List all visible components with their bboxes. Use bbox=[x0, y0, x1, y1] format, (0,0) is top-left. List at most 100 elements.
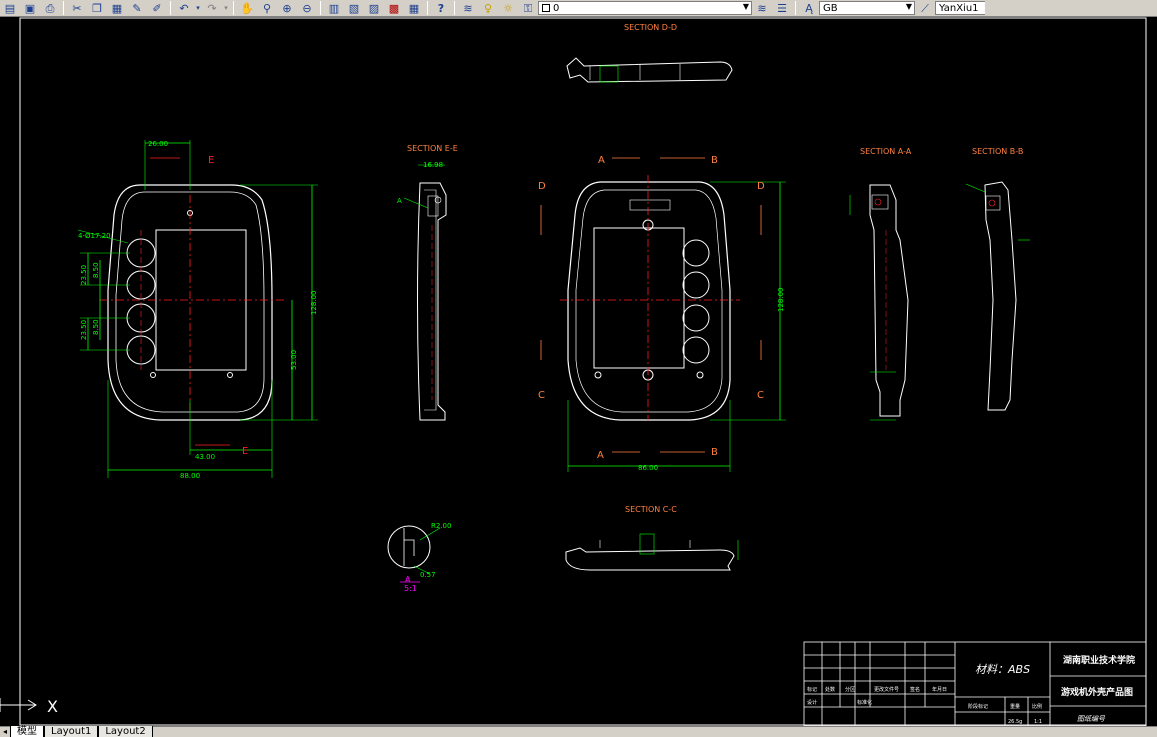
layer-states-icon[interactable]: ☰ bbox=[772, 0, 792, 16]
label-D-right: D bbox=[757, 181, 765, 192]
title-ratio: 比例 bbox=[1032, 703, 1042, 710]
help-icon[interactable]: ? bbox=[431, 0, 451, 16]
toolbar-separator bbox=[427, 1, 428, 15]
dim-8-5a: 8.50 bbox=[92, 262, 100, 278]
title-drawing-name: 游戏机外壳产品图 bbox=[1061, 686, 1133, 698]
section-ee-view bbox=[403, 164, 447, 421]
layer-freeze-icon[interactable]: ☼ bbox=[498, 0, 518, 16]
markup-icon[interactable]: ▩ bbox=[384, 0, 404, 16]
label-C-left: C bbox=[538, 390, 545, 401]
section-bb-view bbox=[965, 181, 1030, 411]
title-school: 湖南职业技术学院 bbox=[1063, 654, 1135, 666]
dim-88: 88.00 bbox=[180, 472, 200, 480]
pan-icon[interactable]: ✋ bbox=[237, 0, 257, 16]
open-icon[interactable]: ▤ bbox=[0, 0, 20, 16]
dropdown-icon[interactable]: ▾ bbox=[194, 0, 202, 16]
title-header-3: 更改文件号 bbox=[874, 686, 899, 693]
tab-model[interactable]: 模型 bbox=[10, 726, 44, 737]
toolbar-separator bbox=[454, 1, 455, 15]
chevron-down-icon: ▼ bbox=[742, 2, 749, 11]
title-weight-value: 26.5g bbox=[1008, 719, 1022, 725]
layer-dropdown[interactable]: 0 ▼ bbox=[538, 1, 752, 15]
undo-icon[interactable]: ↶ bbox=[174, 0, 194, 16]
label-A-bottom: A bbox=[597, 450, 604, 461]
dim-128: 128.00 bbox=[310, 291, 318, 316]
layout-tabs: ◂ 模型 Layout1 Layout2 bbox=[0, 726, 1157, 737]
detail-a-scale: 5:1 bbox=[404, 584, 417, 593]
detail-a-label: A bbox=[405, 575, 411, 584]
brush-icon[interactable]: ✐ bbox=[147, 0, 167, 16]
zoom-previous-icon[interactable]: ⊖ bbox=[297, 0, 317, 16]
dim-128b: 128.00 bbox=[777, 288, 785, 313]
matchprop-icon[interactable]: ✎ bbox=[127, 0, 147, 16]
paste-icon[interactable]: ▦ bbox=[107, 0, 127, 16]
section-aa-title: SECTION A-A bbox=[860, 147, 912, 156]
dim-phi: 4-Ø17.20 bbox=[78, 232, 111, 240]
ucs-x-label: X bbox=[47, 697, 58, 716]
print-icon[interactable]: ⎙ bbox=[40, 0, 60, 16]
title-header-4: 签名 bbox=[910, 686, 920, 693]
layers-icon[interactable]: ≋ bbox=[458, 0, 478, 16]
title-drawing-no: 图纸编号 bbox=[1077, 715, 1106, 723]
section-cc-view bbox=[565, 533, 739, 571]
toolpalettes-icon[interactable]: ▨ bbox=[364, 0, 384, 16]
toolbar-separator bbox=[170, 1, 171, 15]
dim-43: 43.00 bbox=[195, 453, 215, 461]
dim-style-icon[interactable]: ⟋ bbox=[915, 0, 935, 16]
cut-icon[interactable]: ✂ bbox=[67, 0, 87, 16]
label-A-ee: A bbox=[397, 197, 402, 205]
tab-layout2[interactable]: Layout2 bbox=[98, 726, 153, 737]
label-C-right: C bbox=[757, 390, 764, 401]
label-B-bottom: B bbox=[711, 447, 718, 458]
dim-0-57: 0.57 bbox=[420, 571, 436, 579]
chevron-down-icon: ▼ bbox=[905, 2, 912, 11]
dim-53: 53.00 bbox=[290, 350, 298, 370]
section-bb-title: SECTION B-B bbox=[972, 147, 1023, 156]
drawing-svg: 26.00 4-Ø17.20 E E 43.00 88.00 128.00 53… bbox=[0, 17, 1147, 726]
label-A-top: A bbox=[598, 155, 605, 166]
calculator-icon[interactable]: ▦ bbox=[404, 0, 424, 16]
label-B-top: B bbox=[711, 155, 718, 166]
layer-previous-icon[interactable]: ≋ bbox=[752, 0, 772, 16]
section-dd-view bbox=[566, 57, 733, 83]
title-stage: 阶段标记 bbox=[968, 703, 988, 710]
title-header-1: 处数 bbox=[825, 686, 835, 693]
label-E-top: E bbox=[208, 155, 214, 166]
title-weight: 重量 bbox=[1010, 703, 1020, 710]
section-ee-title: SECTION E-E bbox=[407, 144, 458, 153]
dim-style-name: YanXiu1 bbox=[939, 2, 979, 14]
dim-8-5b: 8.50 bbox=[92, 319, 100, 335]
dim-23-5b: 23.50 bbox=[80, 320, 88, 340]
dim-r2: R2.00 bbox=[431, 522, 451, 530]
toolbar-separator bbox=[795, 1, 796, 15]
properties-icon[interactable]: ▥ bbox=[324, 0, 344, 16]
title-header-2: 分区 bbox=[845, 686, 855, 693]
redo-icon[interactable]: ↷ bbox=[202, 0, 222, 16]
tab-layout1[interactable]: Layout1 bbox=[44, 726, 99, 737]
section-cc-title: SECTION C-C bbox=[625, 505, 677, 514]
dim-style-dropdown[interactable]: YanXiu1 bbox=[935, 1, 985, 15]
copy-icon[interactable]: ❐ bbox=[87, 0, 107, 16]
layer-lock-icon[interactable]: ⚿ bbox=[518, 0, 538, 16]
toolbar-separator bbox=[320, 1, 321, 15]
toolbar-separator bbox=[233, 1, 234, 15]
designcenter-icon[interactable]: ▧ bbox=[344, 0, 364, 16]
ucs-icon bbox=[0, 698, 37, 712]
model-space-canvas[interactable]: 26.00 4-Ø17.20 E E 43.00 88.00 128.00 53… bbox=[0, 17, 1157, 726]
dropdown-icon[interactable]: ▾ bbox=[222, 0, 230, 16]
tab-nav-prev-icon[interactable]: ◂ bbox=[0, 726, 10, 737]
dim-86: 86.00 bbox=[638, 464, 658, 472]
text-style-name: GB bbox=[823, 2, 838, 14]
dim-26: 26.00 bbox=[148, 140, 168, 148]
save-icon[interactable]: ▣ bbox=[20, 0, 40, 16]
section-aa-view bbox=[849, 184, 909, 421]
text-style-icon[interactable]: Ą bbox=[799, 0, 819, 16]
title-material: 材料：ABS bbox=[975, 663, 1030, 676]
zoom-window-icon[interactable]: ⊕ bbox=[277, 0, 297, 16]
title-scale-value: 1:1 bbox=[1034, 719, 1042, 725]
layer-on-icon[interactable]: ♀ bbox=[478, 0, 498, 16]
zoom-realtime-icon[interactable]: ⚲ bbox=[257, 0, 277, 16]
dim-23-5a: 23.50 bbox=[80, 265, 88, 285]
title-header-0: 标记 bbox=[807, 686, 817, 693]
text-style-dropdown[interactable]: GB ▼ bbox=[819, 1, 915, 15]
